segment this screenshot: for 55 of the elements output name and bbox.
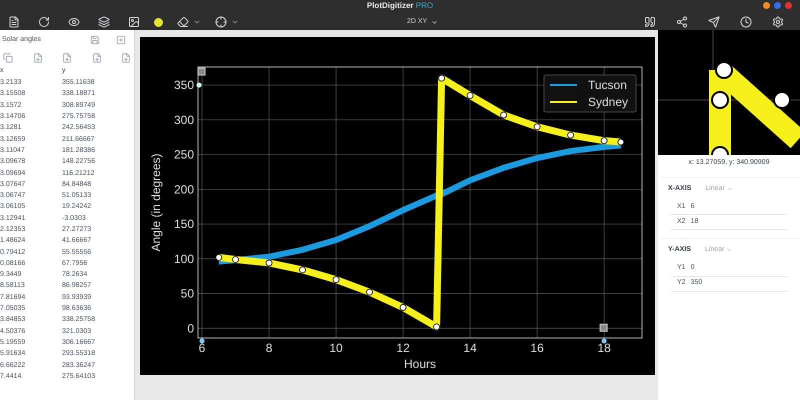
data-point[interactable] [567, 132, 574, 138]
calibration-marker[interactable] [600, 324, 608, 332]
x-tick-label: 10 [329, 341, 343, 355]
y-tick-label: 150 [174, 217, 194, 232]
x-tick-label: 6 [198, 341, 206, 355]
data-point[interactable] [215, 254, 222, 261]
data-point[interactable] [400, 304, 406, 311]
x-tick-label: 8 [266, 341, 272, 355]
data-point[interactable] [438, 74, 446, 82]
calibration-point[interactable] [200, 338, 205, 344]
data-point[interactable] [299, 266, 306, 274]
chevron-icon [726, 247, 732, 254]
caret-icon[interactable] [231, 18, 239, 26]
app-title: PlotDigitizer PRO [366, 0, 434, 12]
legend-label: Sydney [588, 95, 628, 109]
y-tick-label: 0 [187, 321, 194, 336]
calibration-point[interactable] [602, 338, 607, 344]
color-picker[interactable] [154, 18, 163, 26]
save-icon[interactable] [90, 35, 100, 45]
y-axis-title: Angle (in degrees) [149, 153, 163, 252]
data-point[interactable] [534, 123, 541, 130]
maximize-button[interactable] [774, 2, 781, 9]
data-point[interactable] [266, 260, 272, 266]
y-tick-label: 250 [174, 148, 194, 162]
add-icon[interactable] [116, 35, 126, 45]
data-point[interactable] [232, 256, 239, 263]
y-tick-label: 300 [174, 112, 194, 127]
minimize-button[interactable] [763, 2, 770, 9]
x-axis-title: Hours [404, 357, 436, 371]
calibration-point[interactable] [196, 82, 202, 88]
data-point[interactable] [433, 323, 440, 330]
y-tick-label: 100 [174, 252, 194, 266]
y-tick-label: 50 [180, 286, 194, 301]
chevron-icon [726, 186, 733, 192]
legend-label: Tucson [588, 78, 627, 92]
close-button[interactable] [785, 2, 792, 9]
data-point[interactable] [366, 288, 373, 296]
data-point[interactable] [332, 276, 340, 284]
export-icon[interactable] [121, 53, 131, 63]
caret-icon[interactable] [193, 18, 201, 26]
copy-icon[interactable] [3, 53, 13, 63]
data-point[interactable] [466, 92, 474, 99]
x-tick-label: 14 [463, 341, 477, 355]
export-icon[interactable] [92, 53, 102, 63]
data-point[interactable] [500, 112, 507, 118]
chevron-icon [431, 18, 438, 26]
export-icon[interactable] [32, 53, 42, 63]
x-tick-label: 16 [530, 341, 544, 355]
export-icon[interactable] [62, 53, 72, 63]
calibration-marker[interactable] [198, 68, 206, 76]
x-tick-label: 12 [396, 341, 410, 355]
data-point[interactable] [600, 137, 608, 144]
x-tick-label: 18 [597, 341, 611, 355]
y-tick-label: 200 [174, 182, 194, 196]
y-tick-label: 350 [174, 78, 194, 92]
